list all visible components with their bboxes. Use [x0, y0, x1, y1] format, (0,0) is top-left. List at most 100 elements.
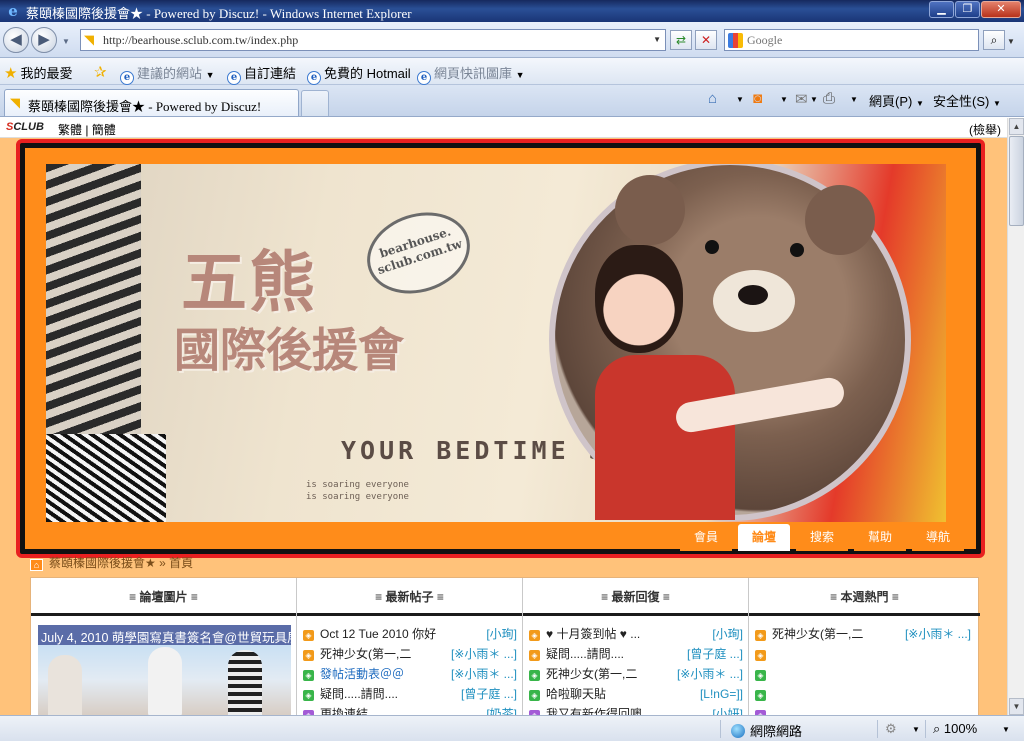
post-author[interactable]: [曾子庭 ...] — [461, 685, 517, 703]
post-badge-icon: ◈ — [303, 690, 314, 701]
window-titlebar: e 蔡頤榛國際後援會★ - Powered by Discuz! - Windo… — [0, 0, 1024, 22]
list-item[interactable]: ◈ 死神少女(第一,二 [※小雨＊ ...] — [529, 665, 743, 683]
post-title[interactable]: 疑問.....請問.... — [546, 647, 624, 661]
post-title[interactable]: ♥ 十月簽到帖 ♥ ... — [546, 627, 640, 641]
post-title[interactable]: 發帖活動表＠＠ — [320, 667, 404, 681]
tab-current-page[interactable]: ◥ 蔡頤榛國際後援會★ - Powered by Discuz! — [4, 89, 299, 116]
post-title[interactable]: Oct 12 Tue 2010 你好 — [320, 627, 436, 641]
nav-tab-help[interactable]: 幫助 — [854, 524, 906, 551]
post-author[interactable]: [※小雨＊ ...] — [451, 645, 517, 663]
column-header: ≡ 最新回復 ≡ — [523, 578, 748, 616]
fav-custom-links[interactable]: e 自訂連結 — [227, 63, 296, 85]
post-author[interactable]: [小妍] — [712, 705, 743, 715]
feed-dropdown-icon[interactable]: ▼ — [780, 95, 788, 104]
scroll-up-icon[interactable]: ▲ — [1009, 118, 1024, 135]
search-field[interactable] — [724, 29, 979, 51]
url-dropdown-icon[interactable]: ▼ — [653, 35, 661, 44]
bear-ear-right — [805, 185, 875, 255]
stop-button[interactable]: ✕ — [695, 30, 717, 50]
print-dropdown-icon[interactable]: ▼ — [850, 95, 858, 104]
report-link[interactable]: (檢舉) — [969, 121, 1001, 138]
safety-menu[interactable]: 安全性(S) ▼ — [933, 91, 1001, 110]
post-author[interactable]: [※小雨＊ ...] — [451, 665, 517, 683]
list-item[interactable]: ◈ 發帖活動表＠＠ [※小雨＊ ...] — [303, 665, 517, 683]
list-item[interactable]: ◈ 死神少女(第一,二 [※小雨＊ ...] — [755, 625, 971, 643]
banner-image[interactable]: 五熊 國際後援會 bearhouse. sclub.com.tw YOUR BE… — [46, 164, 946, 522]
post-author[interactable]: [小珣] — [712, 625, 743, 643]
minimize-button[interactable]: ▁ — [929, 1, 954, 18]
sclub-logo[interactable]: SCLUB — [6, 121, 44, 133]
post-author[interactable]: [※小雨＊ ...] — [677, 665, 743, 683]
print-icon[interactable]: ⎙ — [823, 90, 835, 107]
mail-dropdown-icon[interactable]: ▼ — [810, 95, 818, 104]
list-item[interactable]: ◈ 死神少女(第一,二 [※小雨＊ ...] — [303, 645, 517, 663]
nav-tab-search[interactable]: 搜索 — [796, 524, 848, 551]
post-author[interactable]: [曾子庭 ...] — [687, 645, 743, 663]
fav-hotmail[interactable]: e 免費的 Hotmail — [307, 63, 411, 85]
banner-inner: 五熊 國際後援會 bearhouse. sclub.com.tw YOUR BE… — [25, 148, 976, 551]
post-title[interactable]: 死神少女(第一,二 — [546, 667, 637, 681]
nav-tab-forum[interactable]: 論壇 — [738, 524, 790, 551]
protected-mode-icon[interactable]: ⚙ — [885, 721, 897, 737]
search-options-dropdown-icon[interactable]: ▼ — [1007, 37, 1015, 46]
scrollbar-thumb[interactable] — [1009, 136, 1024, 226]
post-title[interactable]: 我又有新作得回噢 — [546, 707, 642, 715]
post-author[interactable]: [※小雨＊ ...] — [905, 625, 971, 643]
history-dropdown-icon[interactable]: ▼ — [62, 37, 70, 46]
mail-icon[interactable]: ✉ — [795, 90, 808, 108]
post-title[interactable]: 哈啦聊天貼 — [546, 687, 606, 701]
forum-image-thumbnail[interactable]: July 4, 2010 萌學園寫真書簽名會@世貿玩具展 — [38, 625, 291, 715]
list-item[interactable]: ◈更換連結[奶茶] — [303, 705, 517, 715]
list-item[interactable]: ◈ 疑問.....請問.... [曾子庭 ...] — [303, 685, 517, 703]
search-input[interactable] — [747, 32, 975, 48]
fav-web-slice-gallery[interactable]: e 網頁快訊圖庫 ▼ — [417, 63, 525, 85]
banner-frame: 五熊 國際後援會 bearhouse. sclub.com.tw YOUR BE… — [16, 139, 985, 558]
banner-deco-stripes — [46, 434, 166, 522]
back-arrow-icon: ◀ — [10, 31, 22, 48]
list-item[interactable]: ◈ 疑問.....請問.... [曾子庭 ...] — [529, 645, 743, 663]
list-item[interactable]: ◈ 哈啦聊天貼 [L!nG=]] — [529, 685, 743, 703]
chevron-down-icon[interactable]: ▼ — [912, 725, 920, 734]
add-favorite-button[interactable]: ✰ — [94, 63, 110, 81]
breadcrumb-site-link[interactable]: 蔡頤榛國際後援會★ — [49, 556, 156, 570]
address-toolbar: ◀ ▶ ▼ ◥ http://bearhouse.sclub.com.tw/in… — [0, 22, 1024, 58]
post-author[interactable]: [小珣] — [486, 625, 517, 643]
list-item[interactable]: ◈我又有新作得回噢[小妍] — [529, 705, 743, 715]
nav-tab-navigation[interactable]: 導航 — [912, 524, 964, 551]
home-icon[interactable]: ⌂ — [708, 90, 717, 107]
post-author[interactable]: [奶茶] — [486, 705, 517, 715]
post-title[interactable]: 死神少女(第一,二 — [772, 627, 863, 641]
photo-person — [148, 647, 182, 715]
list-item[interactable]: ◈ ♥ 十月簽到帖 ♥ ... [小珣] — [529, 625, 743, 643]
home-dropdown-icon[interactable]: ▼ — [736, 95, 744, 104]
close-button[interactable]: ✕ — [981, 1, 1021, 18]
nav-tab-members[interactable]: 會員 — [680, 524, 732, 551]
post-author[interactable]: [L!nG=]] — [700, 685, 743, 703]
address-field[interactable]: ◥ http://bearhouse.sclub.com.tw/index.ph… — [80, 29, 666, 51]
post-badge-icon: ◈ — [755, 690, 766, 701]
refresh-button[interactable]: ⇄ — [670, 30, 692, 50]
security-zone[interactable]: 網際網路 — [731, 721, 802, 740]
forward-button[interactable]: ▶ — [31, 27, 57, 53]
list-item[interactable]: ◈ Oct 12 Tue 2010 你好 [小珣] — [303, 625, 517, 643]
favorites-button[interactable]: ★ 我的最愛 — [4, 63, 72, 82]
page-menu[interactable]: 網頁(P) ▼ — [869, 91, 924, 110]
maximize-button[interactable]: ❐ — [955, 1, 980, 18]
zoom-control[interactable]: ⌕ 100% — [933, 721, 977, 737]
post-title[interactable]: 更換連結 — [320, 707, 368, 715]
home-icon[interactable]: ⌂ — [30, 559, 43, 571]
search-button[interactable]: ⌕ — [983, 30, 1005, 50]
scroll-down-icon[interactable]: ▼ — [1009, 698, 1024, 715]
language-switch[interactable]: 繁體 | 簡體 — [58, 121, 116, 138]
rss-feed-icon[interactable]: ◙ — [753, 90, 762, 107]
fav-suggested-sites[interactable]: e 建議的網站 ▼ — [120, 63, 215, 85]
url-text: http://bearhouse.sclub.com.tw/index.php — [103, 33, 299, 47]
post-title[interactable]: 死神少女(第一,二 — [320, 647, 411, 661]
photo-person — [48, 655, 82, 715]
fav-label: 網頁快訊圖庫 — [434, 66, 513, 81]
post-title[interactable]: 疑問.....請問.... — [320, 687, 398, 701]
new-tab-button[interactable] — [301, 90, 329, 116]
back-button[interactable]: ◀ — [3, 27, 29, 53]
zoom-dropdown-icon[interactable]: ▼ — [1002, 725, 1010, 734]
vertical-scrollbar[interactable]: ▲ ▼ — [1007, 118, 1024, 715]
